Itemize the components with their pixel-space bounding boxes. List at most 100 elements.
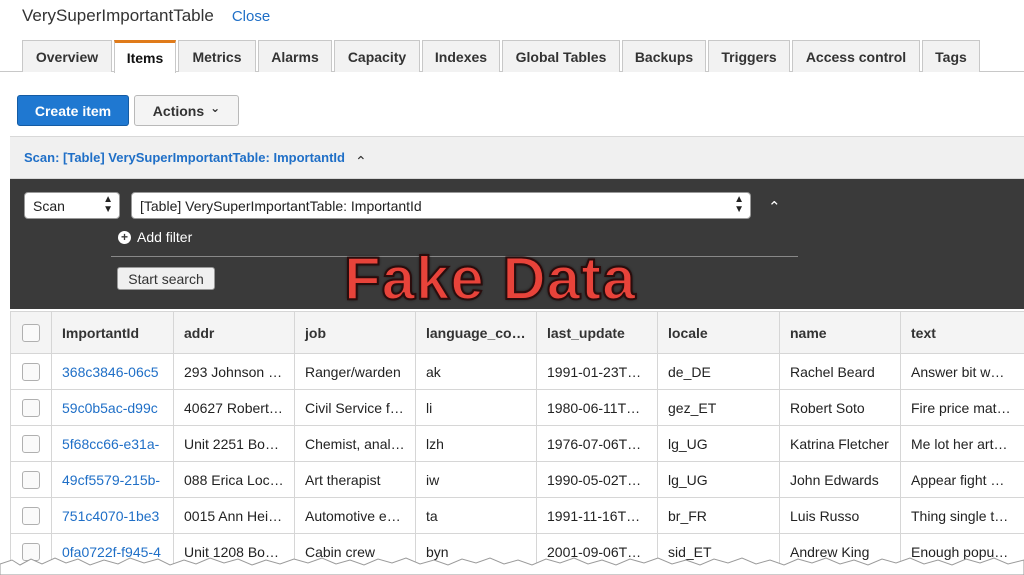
tab-indexes[interactable]: Indexes <box>422 40 500 72</box>
tab-global-tables[interactable]: Global Tables <box>502 40 620 72</box>
row-select-cell[interactable] <box>10 389 52 426</box>
column-header[interactable]: text <box>900 311 1024 354</box>
table-cell: 293 Johnson … <box>173 353 295 390</box>
table-cell: Rachel Beard <box>779 353 901 390</box>
actions-button[interactable]: Actions ⌄ <box>134 95 239 126</box>
scan-summary-label: Scan: [Table] VerySuperImportantTable: I… <box>24 150 345 165</box>
table-title: VerySuperImportantTable <box>22 6 214 25</box>
column-header[interactable]: last_update <box>536 311 658 354</box>
row-select-cell[interactable] <box>10 353 52 390</box>
table-row[interactable]: 751c4070-1be3 0015 Ann Hei… Automotive e… <box>10 497 1024 534</box>
table-cell: Me lot her art… <box>900 425 1024 462</box>
item-id-link[interactable]: 49cf5579-215b- <box>51 461 174 498</box>
scan-mode-select[interactable]: Scan ▲ ▼ <box>24 192 120 219</box>
start-search-button[interactable]: Start search <box>117 267 215 290</box>
tab-backups[interactable]: Backups <box>622 40 706 72</box>
chevron-up-icon[interactable]: ⌃ <box>355 153 367 170</box>
table-cell: lzh <box>415 425 537 462</box>
table-cell: 1990-05-02T… <box>536 461 658 498</box>
item-id-link[interactable]: 5f68cc66-e31a- <box>51 425 174 462</box>
tab-overview[interactable]: Overview <box>22 40 112 72</box>
row-select-cell[interactable] <box>10 497 52 534</box>
divider <box>111 256 798 257</box>
table-cell: li <box>415 389 537 426</box>
tab-access-control[interactable]: Access control <box>792 40 920 72</box>
row-checkbox[interactable] <box>22 362 40 381</box>
table-cell: Civil Service f… <box>294 389 416 426</box>
table-cell: Chemist, anal… <box>294 425 416 462</box>
table-cell: Answer bit w… <box>900 353 1024 390</box>
row-checkbox[interactable] <box>22 434 40 453</box>
title-bar: VerySuperImportantTable Close <box>22 6 270 28</box>
tab-metrics[interactable]: Metrics <box>178 40 256 72</box>
item-id-link[interactable]: 368c3846-06c5 <box>51 353 174 390</box>
table-cell: de_DE <box>657 353 780 390</box>
scan-mode-value: Scan <box>33 197 65 214</box>
scan-summary-bar[interactable]: Scan: [Table] VerySuperImportantTable: I… <box>10 136 1024 179</box>
table-row[interactable]: 59c0b5ac-d99c 40627 Robert… Civil Servic… <box>10 389 1024 426</box>
table-cell: br_FR <box>657 497 780 534</box>
tab-triggers[interactable]: Triggers <box>708 40 790 72</box>
tab-bar: Overview Items Metrics Alarms Capacity I… <box>0 40 1024 73</box>
table-row[interactable]: 49cf5579-215b- 088 Erica Loc… Art therap… <box>10 461 1024 498</box>
table-cell: Automotive e… <box>294 497 416 534</box>
select-all-checkbox[interactable] <box>22 323 40 342</box>
table-cell: 1991-11-16T… <box>536 497 658 534</box>
table-cell: ak <box>415 353 537 390</box>
scan-target-value: [Table] VerySuperImportantTable: Importa… <box>140 197 422 214</box>
tab-capacity[interactable]: Capacity <box>334 40 420 72</box>
row-checkbox[interactable] <box>22 470 40 489</box>
table-cell: Unit 2251 Bo… <box>173 425 295 462</box>
table-cell: Katrina Fletcher <box>779 425 901 462</box>
table-cell: 1991-01-23T… <box>536 353 658 390</box>
table-cell: 1976-07-06T… <box>536 425 658 462</box>
table-cell: Luis Russo <box>779 497 901 534</box>
tab-alarms[interactable]: Alarms <box>258 40 332 72</box>
items-table: ImportantId addr job language_code last_… <box>10 311 1024 570</box>
tab-tags[interactable]: Tags <box>922 40 980 72</box>
create-item-button[interactable]: Create item <box>17 95 129 126</box>
row-select-cell[interactable] <box>10 461 52 498</box>
column-header[interactable]: language_code <box>415 311 537 354</box>
column-header[interactable]: locale <box>657 311 780 354</box>
column-header[interactable]: name <box>779 311 901 354</box>
tab-items[interactable]: Items <box>114 40 176 73</box>
collapse-panel-icon[interactable]: ⌃ <box>768 198 781 216</box>
select-arrows-icon: ▲ ▼ <box>103 194 113 215</box>
table-row[interactable]: 5f68cc66-e31a- Unit 2251 Bo… Chemist, an… <box>10 425 1024 462</box>
row-select-cell[interactable] <box>10 425 52 462</box>
plus-circle-icon: + <box>118 230 131 244</box>
add-filter-button[interactable]: + Add filter <box>118 229 192 245</box>
actions-label: Actions <box>152 102 205 119</box>
chevron-down-icon: ⌄ <box>210 100 221 115</box>
table-cell: 088 Erica Loc… <box>173 461 295 498</box>
column-header[interactable]: job <box>294 311 416 354</box>
column-header[interactable]: addr <box>173 311 295 354</box>
table-cell: gez_ET <box>657 389 780 426</box>
select-all-cell[interactable] <box>10 311 52 354</box>
table-header-row: ImportantId addr job language_code last_… <box>10 311 1024 354</box>
table-cell: lg_UG <box>657 425 780 462</box>
table-row[interactable]: 368c3846-06c5 293 Johnson … Ranger/warde… <box>10 353 1024 390</box>
item-id-link[interactable]: 59c0b5ac-d99c <box>51 389 174 426</box>
table-cell: 1980-06-11T… <box>536 389 658 426</box>
scan-panel: Scan ▲ ▼ [Table] VerySuperImportantTable:… <box>10 179 1024 309</box>
table-cell: Ranger/warden <box>294 353 416 390</box>
row-checkbox[interactable] <box>22 506 40 525</box>
torn-edge <box>0 557 1024 575</box>
table-cell: lg_UG <box>657 461 780 498</box>
table-cell: 40627 Robert… <box>173 389 295 426</box>
table-cell: iw <box>415 461 537 498</box>
row-checkbox[interactable] <box>22 398 40 417</box>
table-cell: Robert Soto <box>779 389 901 426</box>
column-header[interactable]: ImportantId <box>51 311 174 354</box>
item-id-link[interactable]: 751c4070-1be3 <box>51 497 174 534</box>
table-cell: ta <box>415 497 537 534</box>
add-filter-label: Add filter <box>137 229 193 245</box>
table-cell: Fire price mat… <box>900 389 1024 426</box>
scan-target-select[interactable]: [Table] VerySuperImportantTable: Importa… <box>131 192 751 219</box>
table-cell: Appear fight … <box>900 461 1024 498</box>
close-link[interactable]: Close <box>232 8 270 25</box>
table-cell: John Edwards <box>779 461 901 498</box>
table-cell: 0015 Ann Hei… <box>173 497 295 534</box>
